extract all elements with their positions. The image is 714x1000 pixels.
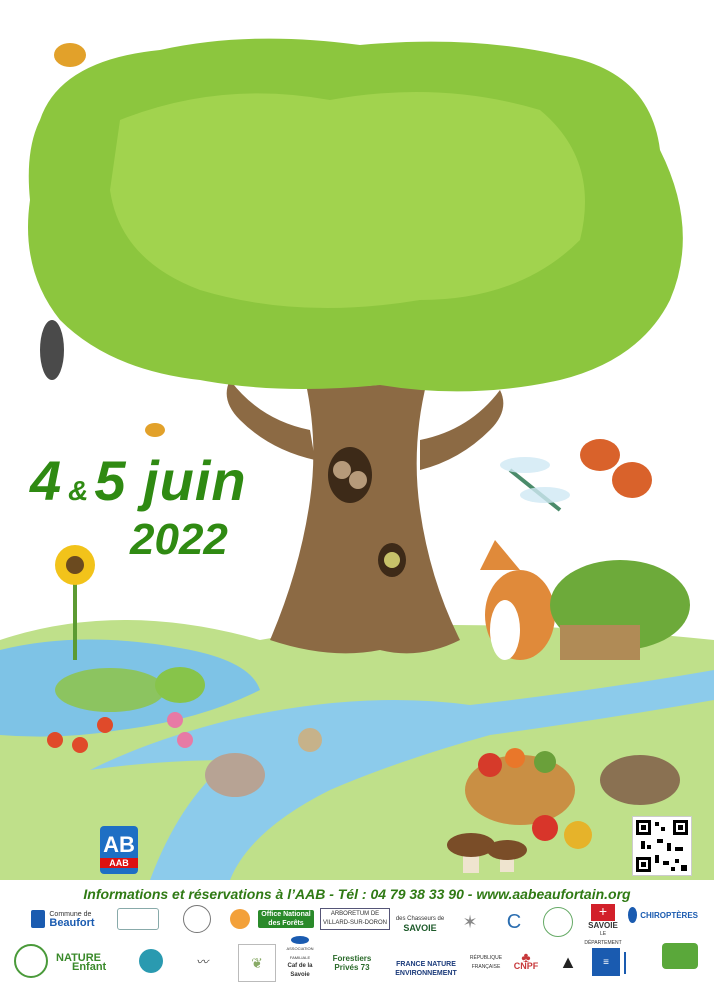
association-label: ASSOCIATION FAMILIALE — [286, 946, 314, 960]
aab-logo-letters: AB — [103, 832, 135, 857]
prives-label: Privés 73 — [334, 963, 370, 972]
pink-flower-2 — [177, 732, 193, 748]
tree-trunk — [270, 360, 460, 654]
chasseurs-label: SAVOIE — [403, 923, 437, 933]
bat — [40, 320, 64, 380]
coop-circle-icon — [183, 905, 211, 933]
mushroom-icon — [14, 944, 48, 978]
apple-1 — [532, 815, 558, 841]
mushroom-circle-logo — [14, 944, 48, 978]
poster-logo: ❦ — [238, 944, 276, 982]
wasp — [145, 423, 165, 437]
snail — [298, 728, 322, 752]
fne-logo: FRANCE NATURE ENVIRONNEMENT — [388, 958, 464, 980]
info-line: Informations et réservations à l’AAB - T… — [83, 886, 631, 902]
savoie-cross-icon: + — [591, 904, 615, 921]
forestiers-label: Forestiers — [332, 954, 372, 963]
pink-flower-1 — [167, 712, 183, 728]
caf-icon — [291, 936, 309, 944]
event-amp: & — [68, 475, 89, 506]
fne-line-2: ENVIRONNEMENT — [395, 970, 457, 977]
owl-2 — [349, 471, 367, 489]
mountain-icon: ▲ — [559, 951, 577, 972]
arboretum-label: ARBORETUM DE VILLARD-SUR-DORON — [322, 911, 387, 926]
coop-logo — [172, 904, 222, 934]
game-logo — [658, 934, 702, 978]
star-icon: ✶ — [462, 911, 478, 932]
beaufort-crest-icon — [31, 910, 46, 928]
frog — [155, 667, 205, 703]
tree-branch-right — [420, 390, 504, 470]
illustration — [0, 38, 714, 880]
bat-script-logo: 〰 — [180, 948, 224, 976]
tetras-logo — [538, 904, 578, 940]
tulip-1 — [47, 732, 63, 748]
sante-bar-icon — [624, 952, 650, 974]
aab-logo-tag: AAB — [100, 858, 138, 868]
onf-label: Office National des Forêts — [261, 911, 311, 927]
qr-code[interactable] — [632, 816, 692, 876]
apple-logo — [226, 904, 254, 934]
cnpf-logo: ♣ CNPF — [506, 944, 546, 980]
ecole-logo — [126, 944, 176, 978]
butterfly — [580, 439, 652, 498]
savoie-label: SAVOIE — [588, 920, 618, 930]
chiropteres-label: CHIROPTÈRES — [640, 910, 698, 920]
lily-pad — [55, 668, 165, 712]
dragonfly — [500, 457, 570, 512]
aab-logo: AB AAB — [100, 826, 138, 874]
tulip-3 — [97, 717, 113, 733]
owl-1 — [333, 461, 351, 479]
balcons-mark-icon — [117, 908, 159, 930]
tetras-icon — [543, 907, 573, 937]
sante-logo — [622, 948, 652, 978]
bat-script-icon: 〰 — [195, 954, 208, 969]
c-logo: C — [494, 908, 534, 936]
caf-logo: ASSOCIATION FAMILIALE Caf de la Savoie — [278, 936, 322, 980]
departement-label: LE DÉPARTEMENT — [584, 930, 622, 945]
hedgehog — [600, 755, 680, 805]
beaufort-name: Beaufort — [49, 917, 95, 929]
msa-logo: ≡ — [592, 948, 620, 976]
mountain-logo: ▲ — [548, 944, 588, 980]
tree-foliage-highlight — [110, 92, 585, 308]
event-dates: 4 & 5 juin — [30, 448, 247, 513]
star-logo: ✶ — [450, 908, 490, 936]
enfant-label: Enfant — [72, 961, 107, 973]
onf-logo: Office National des Forêts — [258, 910, 314, 928]
partner-logos: Commune de Beaufort Office National des … — [8, 904, 708, 996]
caf-label: Caf de la Savoie — [287, 963, 313, 978]
rabbit — [205, 753, 265, 797]
forestiers-logo: Forestiers Privés 73 — [322, 948, 382, 978]
fne-line-1: FRANCE NATURE — [396, 961, 456, 968]
bird — [384, 552, 400, 568]
plant-icon: ❦ — [251, 954, 263, 971]
c-mark-icon: C — [506, 910, 522, 933]
event-year: 2022 — [130, 515, 228, 564]
bat-icon — [628, 907, 638, 923]
nature-enfant-logo: NATURE Enfant — [56, 948, 120, 978]
chasseurs-logo: des Chasseurs de SAVOIE — [392, 910, 448, 938]
beaufort-logo: Commune de Beaufort — [22, 908, 104, 930]
ecole-circle-icon — [139, 949, 163, 973]
tulip-2 — [72, 737, 88, 753]
republique-label: RÉPUBLIQUE FRANÇAISE — [469, 955, 503, 970]
bee — [54, 43, 86, 67]
republique-logo: RÉPUBLIQUE FRANÇAISE — [468, 948, 504, 978]
game-icon — [662, 943, 698, 969]
fence — [560, 625, 640, 660]
cnpf-label: CNPF — [513, 961, 539, 971]
balcons-logo — [110, 906, 166, 932]
chiropteres-logo: CHIROPTÈRES — [628, 904, 698, 926]
msa-mark-icon: ≡ — [603, 956, 609, 968]
apple-2 — [564, 821, 592, 849]
fruit-icon — [230, 909, 250, 929]
savoie-logo: + SAVOIE LE DÉPARTEMENT — [582, 904, 624, 944]
event-day-2: 5 juin — [94, 449, 247, 512]
arboretum-logo: ARBORETUM DE VILLARD-SUR-DORON — [320, 908, 390, 930]
event-day-1: 4 — [30, 449, 63, 512]
